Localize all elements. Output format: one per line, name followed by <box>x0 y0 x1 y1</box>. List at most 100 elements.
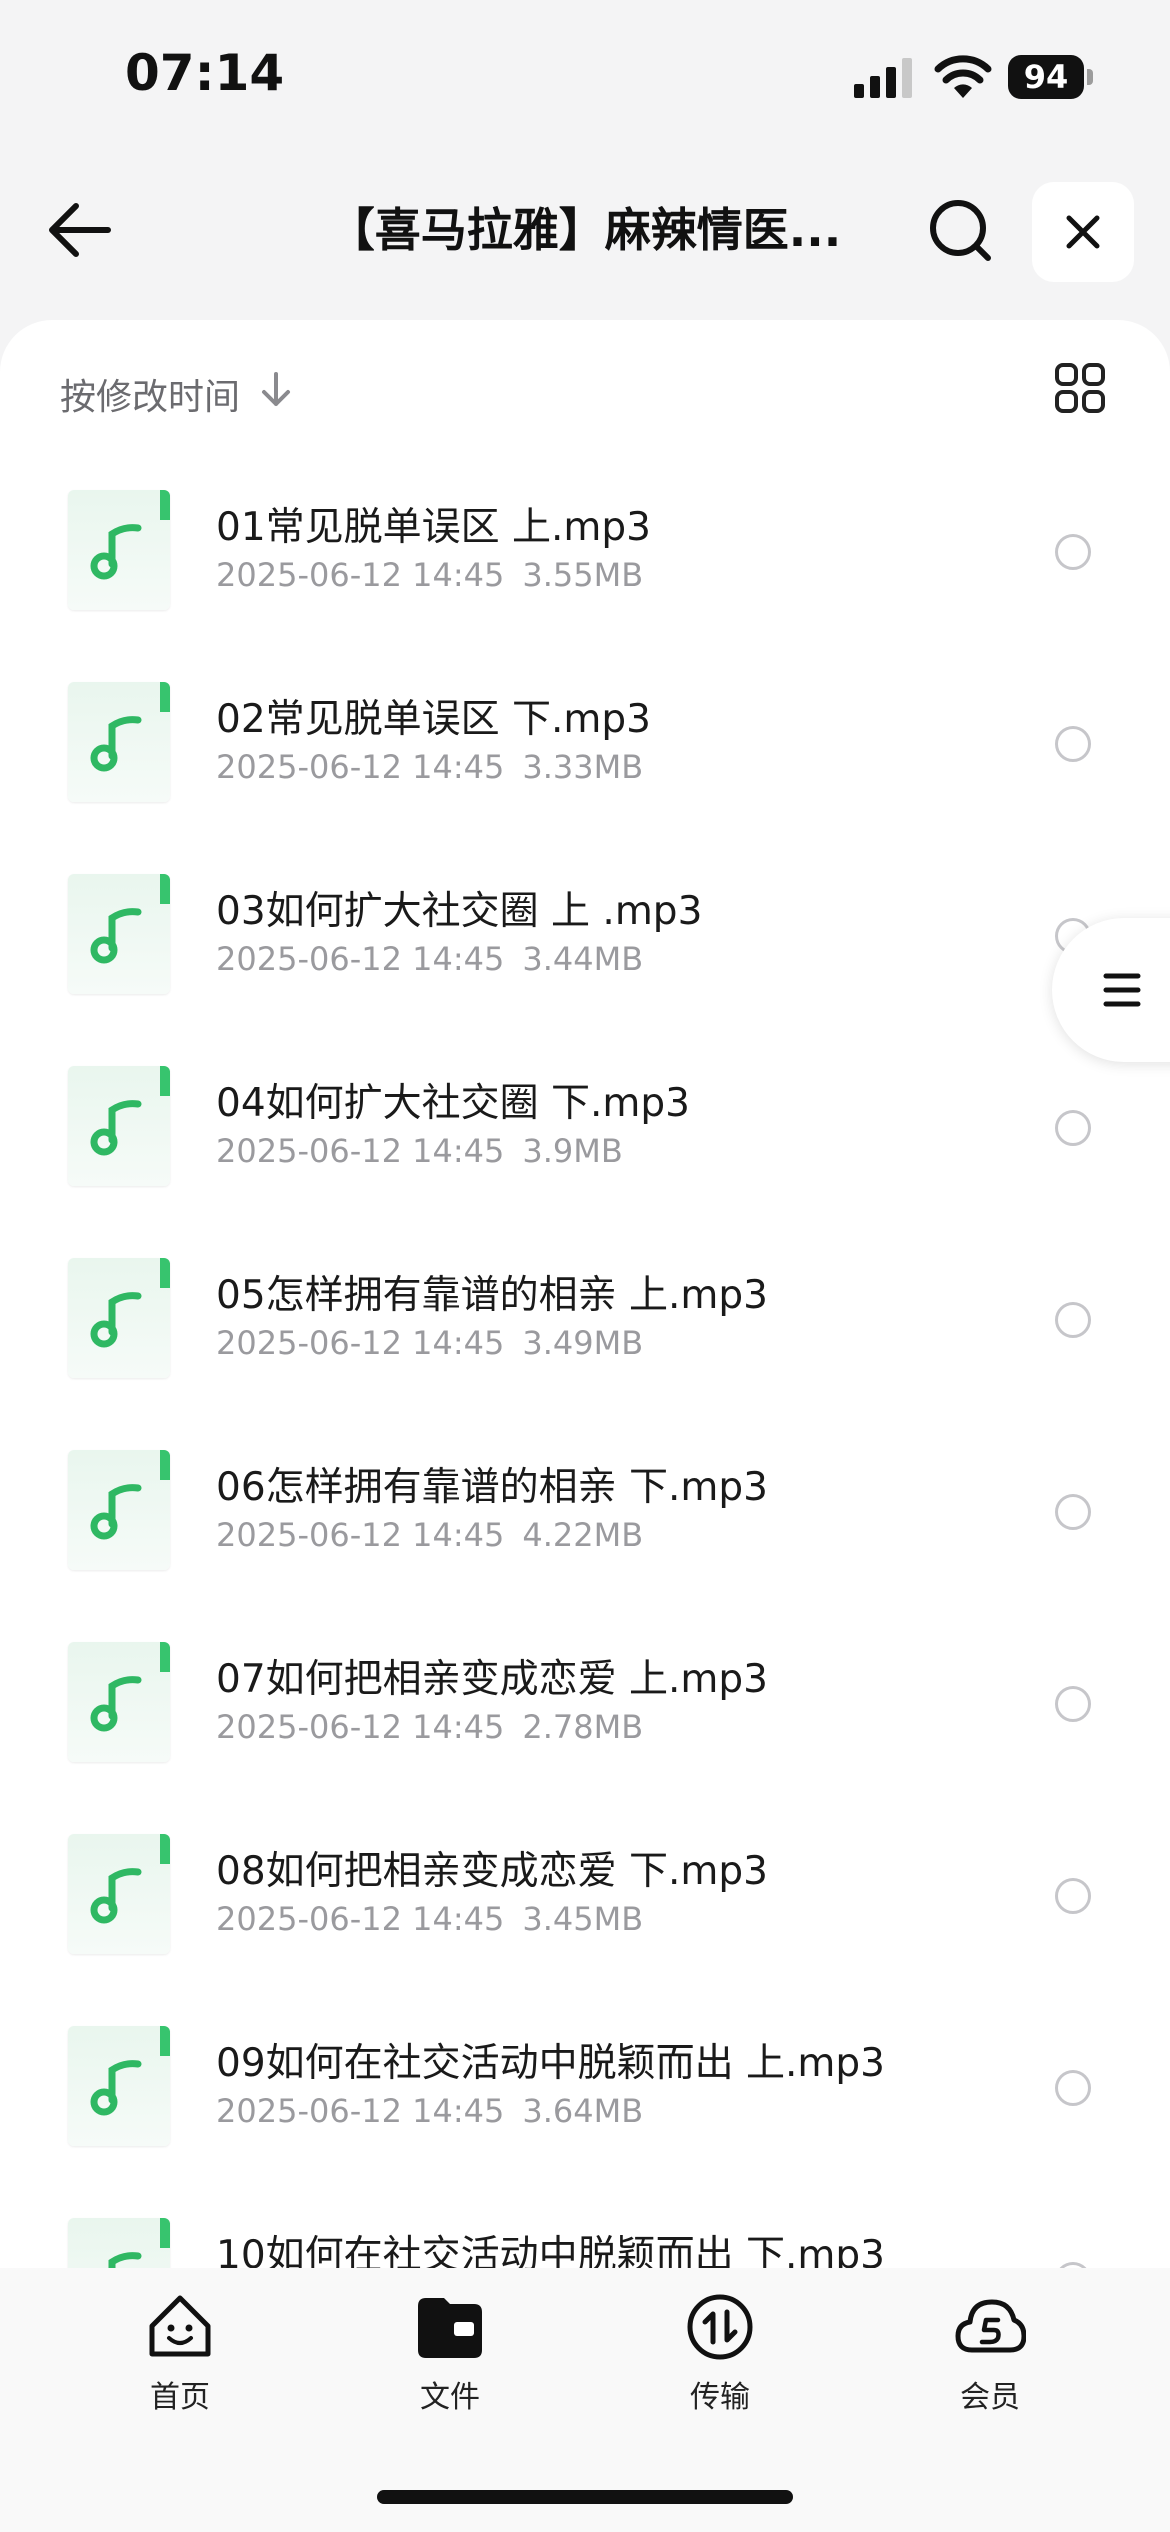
file-name: 09如何在社交活动中脱颖而出 上.mp3 <box>216 2041 885 2086</box>
file-meta: 2025-06-12 14:45 3.33MB <box>216 748 643 786</box>
file-date: 2025-06-12 14:45 <box>216 1324 505 1362</box>
file-size: 2.78MB <box>522 1708 644 1746</box>
sort-down-arrow-icon[interactable] <box>258 370 294 410</box>
select-checkbox[interactable] <box>1055 1494 1091 1530</box>
file-meta: 2025-06-12 14:45 3.49MB <box>216 1324 643 1362</box>
file-meta: 2025-06-12 14:45 3.45MB <box>216 1900 643 1938</box>
music-note-icon <box>108 2252 142 2270</box>
file-date: 2025-06-12 14:45 <box>216 940 505 978</box>
folder-icon <box>418 2298 482 2358</box>
file-name: 04如何扩大社交圈 下.mp3 <box>216 1081 690 1126</box>
tab-home-label: 首页 <box>150 2380 210 2415</box>
cloud-member-icon <box>955 2299 1026 2353</box>
file-date: 2025-06-12 14:45 <box>216 1708 505 1746</box>
smiley-home-icon <box>149 2295 211 2357</box>
audio-file-icon <box>68 1834 170 1954</box>
file-row[interactable]: 01常见脱单误区 上.mp3 2025-06-12 14:45 3.55MB <box>0 460 1170 652</box>
audio-file-icon <box>68 682 170 802</box>
grid-view-icon[interactable] <box>1054 362 1106 414</box>
audio-file-icon <box>68 1066 170 1186</box>
file-date: 2025-06-12 14:45 <box>216 1516 505 1554</box>
select-checkbox[interactable] <box>1055 1110 1091 1146</box>
file-size: 4.22MB <box>522 1516 644 1554</box>
file-size: 3.55MB <box>522 556 644 594</box>
file-row[interactable]: 04如何扩大社交圈 下.mp3 2025-06-12 14:45 3.9MB <box>0 1036 1170 1228</box>
select-checkbox[interactable] <box>1055 1878 1091 1914</box>
audio-file-icon <box>68 490 170 610</box>
file-size: 3.49MB <box>522 1324 644 1362</box>
tab-files-label: 文件 <box>420 2380 480 2415</box>
file-name: 03如何扩大社交圈 上 .mp3 <box>216 889 703 934</box>
music-note-icon <box>90 524 142 580</box>
file-name: 07如何把相亲变成恋爱 上.mp3 <box>216 1657 768 1702</box>
music-note-icon <box>90 716 142 772</box>
home-indicator <box>377 2490 793 2504</box>
music-note-icon <box>90 1484 142 1540</box>
music-note-icon <box>90 1676 142 1732</box>
back-arrow-icon[interactable] <box>46 198 114 262</box>
music-note-icon <box>90 908 142 964</box>
file-name: 05怎样拥有靠谱的相亲 上.mp3 <box>216 1273 768 1318</box>
file-size: 3.33MB <box>522 748 644 786</box>
file-name: 01常见脱单误区 上.mp3 <box>216 505 651 550</box>
close-button[interactable] <box>1032 182 1134 282</box>
sort-bar: 按修改时间 <box>0 320 1170 460</box>
file-row[interactable]: 06怎样拥有靠谱的相亲 下.mp3 2025-06-12 14:45 4.22MB <box>0 1420 1170 1612</box>
status-bar: 07:14 94 <box>0 0 1170 150</box>
file-date: 2025-06-12 14:45 <box>216 748 505 786</box>
select-checkbox[interactable] <box>1055 1302 1091 1338</box>
audio-file-icon <box>68 2218 170 2270</box>
file-name: 08如何把相亲变成恋爱 下.mp3 <box>216 1849 768 1894</box>
audio-file-icon <box>68 2026 170 2146</box>
file-size: 3.9MB <box>522 1132 623 1170</box>
tab-member[interactable]: 会员 <box>900 2292 1080 2415</box>
file-date: 2025-06-12 14:45 <box>216 1900 505 1938</box>
file-date: 2025-06-12 14:45 <box>216 2092 505 2130</box>
file-meta: 2025-06-12 14:45 2.78MB <box>216 1708 643 1746</box>
tab-files[interactable]: 文件 <box>360 2292 540 2415</box>
music-note-icon <box>90 1868 142 1924</box>
music-note-icon <box>90 1100 142 1156</box>
audio-file-icon <box>68 1258 170 1378</box>
file-name: 10如何在社交活动中脱颖而出 下.mp3 <box>216 2233 885 2270</box>
file-name: 02常见脱单误区 下.mp3 <box>216 697 651 742</box>
file-list: 01常见脱单误区 上.mp3 2025-06-12 14:45 3.55MB 02常见… <box>0 460 1170 2270</box>
file-date: 2025-06-12 14:45 <box>216 556 505 594</box>
close-icon <box>1066 215 1100 249</box>
sort-button[interactable]: 按修改时间 <box>60 368 240 420</box>
page-title: 【喜马拉雅】麻辣情医... <box>328 203 842 257</box>
tab-member-label: 会员 <box>960 2380 1020 2415</box>
file-size: 3.45MB <box>522 1900 644 1938</box>
file-date: 2025-06-12 14:45 <box>216 1132 505 1170</box>
audio-file-icon <box>68 1450 170 1570</box>
file-row[interactable]: 10如何在社交活动中脱颖而出 下.mp3 <box>0 2188 1170 2270</box>
tab-transfer[interactable]: 传输 <box>630 2292 810 2415</box>
file-row[interactable]: 07如何把相亲变成恋爱 上.mp3 2025-06-12 14:45 2.78MB <box>0 1612 1170 1804</box>
file-row[interactable]: 05怎样拥有靠谱的相亲 上.mp3 2025-06-12 14:45 3.49MB <box>0 1228 1170 1420</box>
battery-tip <box>1087 69 1093 85</box>
select-checkbox[interactable] <box>1055 726 1091 762</box>
tab-home[interactable]: 首页 <box>90 2292 270 2415</box>
select-checkbox[interactable] <box>1055 2070 1091 2106</box>
tab-transfer-label: 传输 <box>690 2380 750 2415</box>
file-meta: 2025-06-12 14:45 3.9MB <box>216 1132 623 1170</box>
file-meta: 2025-06-12 14:45 4.22MB <box>216 1516 643 1554</box>
file-row[interactable]: 09如何在社交活动中脱颖而出 上.mp3 2025-06-12 14:45 3.64… <box>0 1996 1170 2188</box>
file-meta: 2025-06-12 14:45 3.64MB <box>216 2092 643 2130</box>
search-icon[interactable] <box>924 194 996 266</box>
file-row[interactable]: 02常见脱单误区 下.mp3 2025-06-12 14:45 3.33MB <box>0 652 1170 844</box>
select-checkbox[interactable] <box>1055 1686 1091 1722</box>
file-size: 3.64MB <box>522 2092 644 2130</box>
file-list-panel: 按修改时间 01常见脱单误区 上.mp3 2025-06-12 14:45 3.55… <box>0 320 1170 2270</box>
status-time: 07:14 <box>125 44 285 102</box>
audio-file-icon <box>68 874 170 994</box>
file-meta: 2025-06-12 14:45 3.44MB <box>216 940 643 978</box>
menu-lines-icon <box>1103 973 1141 1007</box>
transfer-icon <box>687 2294 753 2360</box>
wifi-icon <box>934 55 992 98</box>
nav-header: 【喜马拉雅】麻辣情医... <box>0 170 1170 290</box>
file-row[interactable]: 03如何扩大社交圈 上 .mp3 2025-06-12 14:45 3.44MB <box>0 844 1170 1036</box>
select-checkbox[interactable] <box>1055 534 1091 570</box>
battery-level: 94 <box>1008 55 1084 99</box>
file-row[interactable]: 08如何把相亲变成恋爱 下.mp3 2025-06-12 14:45 3.45MB <box>0 1804 1170 1996</box>
